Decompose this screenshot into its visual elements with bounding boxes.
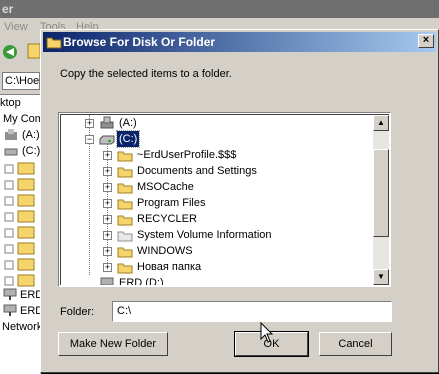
menu-view[interactable]: View [4, 21, 28, 33]
folder-icon [117, 199, 133, 210]
tree-item-documents-and-settings[interactable]: + Documents and Settings [61, 163, 381, 179]
tree-item-label: System Volume Information [137, 229, 272, 241]
hard-drive-icon [99, 135, 115, 145]
expand-plus-icon[interactable]: + [103, 215, 112, 224]
background-window-titlebar: er [0, 0, 439, 18]
tree-item-program-files[interactable]: + Program Files [61, 195, 381, 211]
tree-item-label: ERD (D:) [119, 277, 164, 285]
tree-item-new-folder[interactable]: + Новая папка [61, 259, 381, 275]
address-bar[interactable]: C:\Hoe [2, 72, 40, 90]
close-button[interactable]: × [418, 34, 434, 48]
tree-item-label: Documents and Settings [137, 165, 257, 177]
dialog-title: Browse For Disk Or Folder [63, 35, 216, 49]
folder-label: Folder: [60, 306, 95, 318]
mouse-cursor-icon [260, 322, 274, 343]
tree-item-label: MSOCache [137, 181, 194, 193]
tree-item-windows[interactable]: + WINDOWS [61, 243, 381, 259]
background-window-title: er [2, 2, 14, 16]
browse-folder-dialog: Browse For Disk Or Folder × Copy the sel… [40, 29, 439, 373]
bg-tree-desktop[interactable]: ktop [0, 95, 21, 111]
network-drive-icon [3, 288, 17, 300]
bg-tree-erd-1[interactable]: ERD [20, 287, 40, 303]
scroll-down-arrow-icon[interactable]: ▼ [373, 269, 389, 285]
folder-icon [117, 167, 133, 178]
expand-plus-icon[interactable]: + [103, 263, 112, 272]
folder-icon [46, 37, 62, 49]
folder-path-input[interactable]: C:\ [112, 301, 392, 322]
folder-icon [117, 151, 133, 162]
tree-item-erd-d-drive[interactable]: ERD (D:) [61, 275, 381, 285]
address-text: C:\Hoe [5, 75, 40, 87]
bg-tree-network[interactable]: Network [2, 319, 40, 335]
folder-icon [117, 231, 133, 242]
collapse-minus-icon[interactable]: − [85, 135, 94, 144]
scroll-up-arrow-icon[interactable]: ▲ [373, 115, 389, 131]
bg-tree-my-computer[interactable]: My Com [3, 111, 40, 127]
folder-icon [117, 183, 133, 194]
folder-icon [117, 215, 133, 226]
background-folder-tree: ktop My Com (A:) (C:) ERD ERD Network [0, 94, 40, 374]
network-drive-icon [3, 304, 17, 316]
folder-icon [117, 263, 133, 274]
folder-tree[interactable]: + (A:) − (C:) + ~ErdUserProfile.$$$ + Do… [58, 112, 391, 287]
tree-item-recycler[interactable]: + RECYCLER [61, 211, 381, 227]
expand-plus-icon[interactable]: + [103, 247, 112, 256]
scrollbar-thumb[interactable] [373, 149, 389, 237]
background-toolbar [0, 38, 41, 68]
toolbar-icons[interactable] [0, 38, 41, 68]
tree-item-c-drive[interactable]: − (C:) [61, 130, 381, 148]
expand-plus-icon[interactable]: + [85, 119, 94, 128]
expand-plus-icon[interactable]: + [103, 151, 112, 160]
bg-tree-erd-2[interactable]: ERD [20, 303, 40, 319]
folder-icon [117, 247, 133, 258]
hard-drive-icon [4, 148, 18, 156]
cancel-button[interactable]: Cancel [319, 332, 392, 356]
bg-tree-folders [4, 162, 35, 287]
network-drive-icon [100, 277, 114, 285]
instruction-text: Copy the selected items to a folder. [60, 68, 232, 80]
make-new-folder-button[interactable]: Make New Folder [58, 332, 168, 356]
bg-tree-c-drive[interactable]: (C:) [22, 143, 40, 159]
bg-tree-a-drive[interactable]: (A:) [22, 127, 40, 143]
expand-plus-icon[interactable]: + [103, 167, 112, 176]
tree-item-label: Program Files [137, 197, 206, 209]
expand-plus-icon[interactable]: + [103, 231, 112, 240]
tree-item-label: ~ErdUserProfile.$$$ [137, 149, 237, 161]
floppy-drive-icon [5, 129, 17, 140]
tree-item-label: (A:) [119, 117, 137, 129]
floppy-drive-icon [100, 116, 114, 129]
tree-item-label: WINDOWS [137, 245, 193, 257]
tree-item-msocache[interactable]: + MSOCache [61, 179, 381, 195]
close-icon: × [422, 34, 430, 46]
tree-item-label: (C:) [115, 130, 141, 148]
tree-item-erduserprofile[interactable]: + ~ErdUserProfile.$$$ [61, 147, 381, 163]
expand-plus-icon[interactable]: + [103, 183, 112, 192]
tree-item-label: RECYCLER [137, 213, 197, 225]
expand-plus-icon[interactable]: + [103, 199, 112, 208]
tree-item-label: Новая папка [137, 261, 202, 273]
dialog-titlebar[interactable]: Browse For Disk Or Folder × [43, 32, 436, 52]
tree-item-a-drive[interactable]: + (A:) [61, 115, 381, 131]
tree-vertical-scrollbar[interactable]: ▲ ▼ [373, 115, 389, 285]
tree-item-system-volume-information[interactable]: + System Volume Information [61, 227, 381, 243]
